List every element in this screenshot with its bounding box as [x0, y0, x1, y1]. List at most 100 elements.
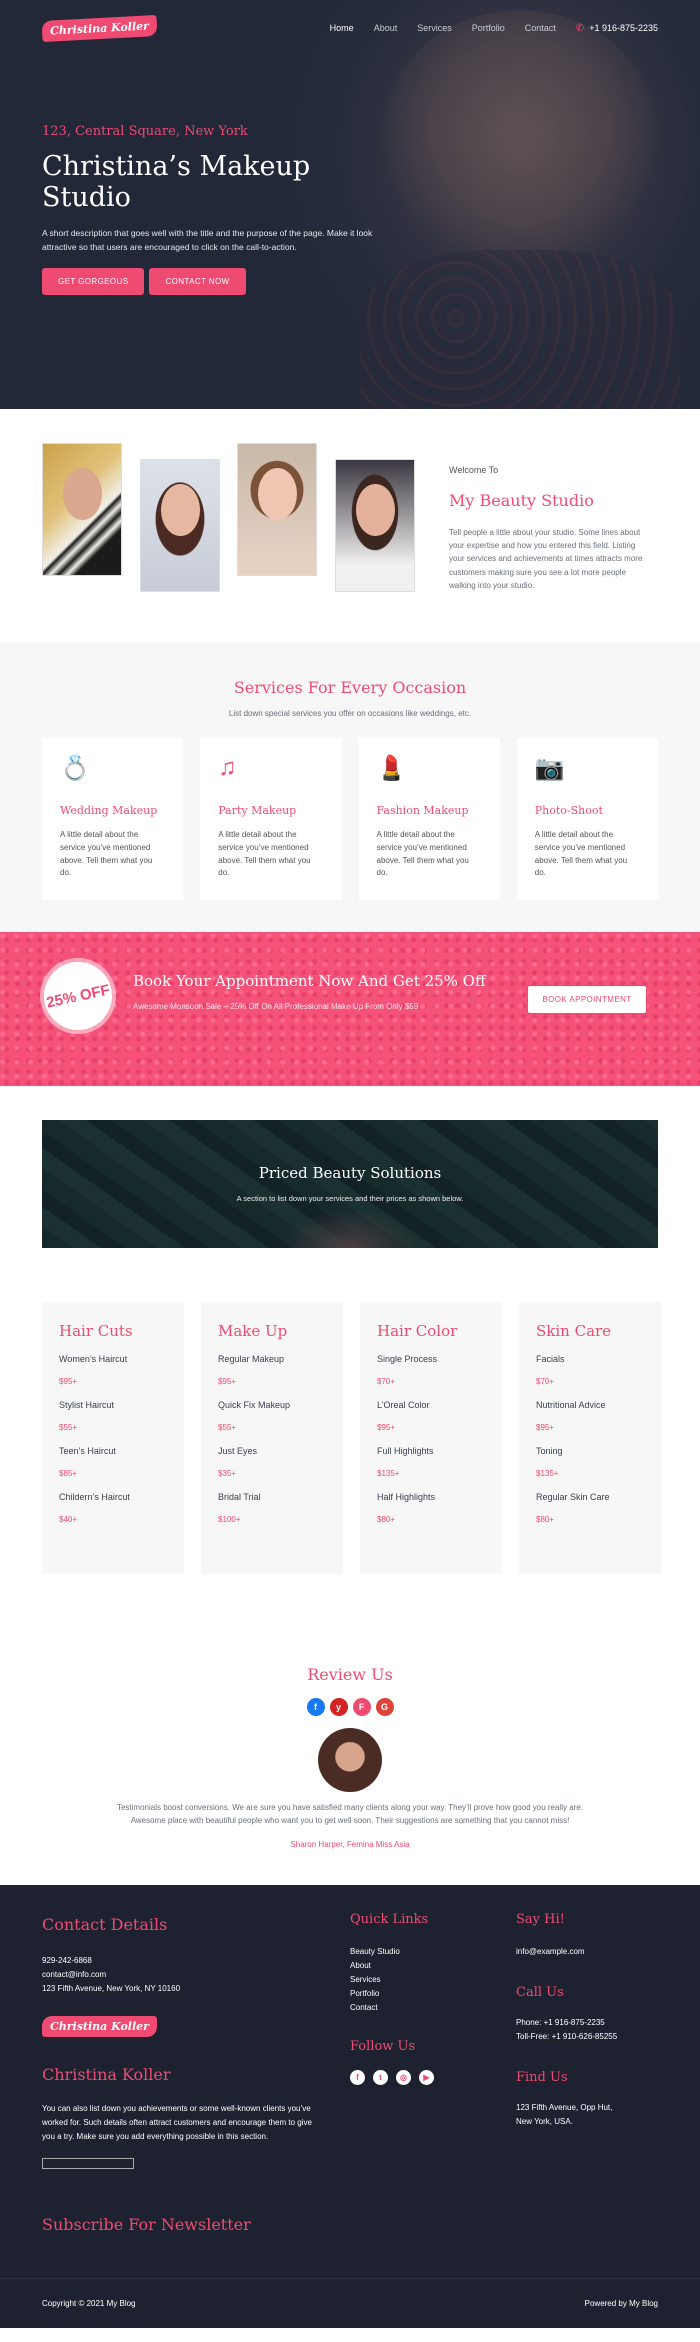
price-item-name: Nutritional Advice: [536, 1400, 606, 1410]
price-item-name: Facials: [536, 1354, 565, 1364]
nav-phone[interactable]: ✆ +1 916-875-2235: [576, 23, 658, 34]
price-item: Just Eyes $35+: [218, 1446, 326, 1478]
services-section: Services For Every Occasion List down sp…: [0, 642, 700, 932]
price-card: Hair Color Single Process $70+ L’Oreal Colo…: [360, 1302, 502, 1574]
promo-subtitle: Awesome Monsoon Sale – 25% Off On All Pr…: [133, 1002, 419, 1011]
facebook-icon[interactable]: f: [306, 1698, 325, 1716]
service-title: Wedding Makeup: [60, 804, 158, 817]
service-card-fashion[interactable]: 💄 Fashion Makeup A little detail about t…: [358, 738, 500, 900]
hero-subtitle: 123, Central Square, New York: [42, 124, 248, 139]
services-title: Services For Every Occasion: [233, 678, 467, 697]
price-item-price: $135+: [377, 1469, 400, 1478]
price-item-name: Childern’s Haircut: [59, 1492, 130, 1502]
quick-link-about[interactable]: About: [350, 1959, 490, 1973]
services-subtitle: List down special services you offer on …: [228, 709, 472, 718]
review-text: Testimonials boost conversions. We are s…: [116, 1803, 583, 1825]
nav-link-contact[interactable]: Contact: [525, 23, 556, 33]
google-icon[interactable]: G: [375, 1698, 394, 1716]
price-item-name: Toning: [536, 1446, 563, 1456]
review-section: Review Us f y F G Testimonials boost con…: [0, 1655, 700, 1885]
service-card-photoshoot[interactable]: 📷 Photo-Shoot A little detail about the …: [516, 738, 658, 900]
price-card-title: Make Up: [218, 1322, 288, 1340]
footer-find-address-1: 123 Fifth Avenue, Opp Hut,: [516, 2103, 613, 2112]
gallery-photo-1: [42, 443, 122, 576]
price-card-title: Skin Care: [536, 1322, 612, 1340]
service-text: A little detail about the service you’ve…: [218, 830, 311, 878]
youtube-icon[interactable]: ▶: [419, 2070, 434, 2085]
price-item: Bridal Trial $100+: [218, 1492, 326, 1524]
nav-link-portfolio[interactable]: Portfolio: [472, 23, 505, 33]
about-paragraph: Tell people a little about your studio. …: [449, 528, 643, 590]
price-item-price: $135+: [536, 1469, 559, 1478]
newsletter-title: Subscribe For Newsletter: [42, 2215, 251, 2234]
price-item-price: $55+: [218, 1423, 237, 1432]
footer-email[interactable]: contact@info.com: [42, 1968, 342, 1982]
nav-link-services[interactable]: Services: [417, 23, 452, 33]
quick-link-portfolio[interactable]: Portfolio: [350, 1987, 490, 2001]
follow-us-title: Follow Us: [350, 2039, 416, 2054]
camera-heart-icon: 📷: [534, 755, 565, 782]
site-logo[interactable]: Christina Koller: [41, 14, 158, 42]
price-item-price: $35+: [218, 1469, 237, 1478]
get-gorgeous-button[interactable]: GET GORGEOUS: [42, 268, 145, 296]
footer-call-phone[interactable]: Phone: +1 916-875-2235: [516, 2016, 666, 2030]
gallery-photo-3: [237, 443, 317, 576]
price-item-name: Just Eyes: [218, 1446, 258, 1456]
price-item: Facials $70+: [536, 1354, 644, 1386]
footer: Contact Details 929-242-6868 contact@inf…: [0, 1885, 700, 2328]
footer-phone[interactable]: 929-242-6868: [42, 1954, 342, 1968]
footer-bio: You can also list down you achievements …: [42, 2104, 312, 2141]
price-item-price: $80+: [536, 1515, 555, 1524]
price-item-price: $40+: [59, 1515, 78, 1524]
footer-contact-email[interactable]: info@example.com: [516, 1945, 666, 1959]
promo-banner: 25% OFF Book Your Appointment Now And Ge…: [0, 932, 700, 1086]
nav-links: Home About Services Portfolio Contact ✆ …: [330, 23, 658, 34]
service-card-party[interactable]: ♫ Party Makeup A little detail about the…: [200, 738, 342, 900]
foursquare-icon[interactable]: F: [352, 1698, 371, 1716]
price-item-name: Teen’s Haircut: [59, 1446, 116, 1456]
price-item-name: Women’s Haircut: [59, 1354, 128, 1364]
instagram-icon[interactable]: ◎: [396, 2070, 411, 2085]
discount-badge: 25% OFF: [44, 962, 112, 1030]
yelp-icon[interactable]: y: [329, 1698, 348, 1716]
gallery-photo-4: [335, 459, 415, 592]
service-card-wedding[interactable]: 💍 Wedding Makeup A little detail about t…: [42, 738, 184, 900]
contact-now-button[interactable]: CONTACT NOW: [149, 268, 246, 296]
reviewer-avatar: [318, 1728, 382, 1792]
service-title: Party Makeup: [218, 804, 297, 817]
service-title: Photo-Shoot: [534, 804, 603, 817]
facebook-icon[interactable]: f: [350, 2070, 365, 2085]
nav-link-about[interactable]: About: [374, 23, 398, 33]
service-text: A little detail about the service you’ve…: [60, 830, 153, 878]
service-title: Fashion Makeup: [376, 804, 469, 817]
promo-title: Book Your Appointment Now And Get 25% Of…: [133, 972, 486, 990]
price-item: Childern’s Haircut $40+: [59, 1492, 167, 1524]
price-item: Women’s Haircut $95+: [59, 1354, 167, 1386]
footer-call-tollfree[interactable]: Toll-Free: +1 910-626-85255: [516, 2030, 666, 2044]
hero-content: 123, Central Square, New York Christina’…: [42, 124, 402, 296]
price-card-title: Hair Cuts: [59, 1322, 133, 1340]
phone-icon: ✆: [575, 22, 585, 34]
price-item-price: $95+: [218, 1377, 237, 1386]
priced-subtitle: A section to list down your services and…: [236, 1194, 464, 1203]
price-item-price: $85+: [59, 1469, 78, 1478]
review-author: Sharon Harper, Femina Miss Asia: [290, 1839, 410, 1849]
footer-logo[interactable]: Christina Koller: [42, 2016, 157, 2037]
twitter-icon[interactable]: t: [373, 2070, 388, 2085]
about-title: My Beauty Studio: [449, 491, 594, 510]
priced-banner: Priced Beauty Solutions A section to lis…: [42, 1120, 658, 1248]
quick-link-contact[interactable]: Contact: [350, 2001, 490, 2015]
quick-link-beauty-studio[interactable]: Beauty Studio: [350, 1945, 490, 1959]
price-item: L’Oreal Color $95+: [377, 1400, 485, 1432]
cosmetics-icon: 💄: [376, 755, 407, 782]
book-appointment-button[interactable]: BOOK APPOINTMENT: [527, 985, 647, 1014]
price-item-price: $100+: [218, 1515, 241, 1524]
price-item-price: $95+: [377, 1423, 396, 1432]
price-item: Regular Makeup $95+: [218, 1354, 326, 1386]
price-item: Nutritional Advice $95+: [536, 1400, 644, 1432]
footer-find-address-2: New York, USA.: [516, 2117, 573, 2126]
price-item-price: $70+: [536, 1377, 555, 1386]
quick-link-services[interactable]: Services: [350, 1973, 490, 1987]
contact-details-title: Contact Details: [42, 1915, 168, 1934]
nav-link-home[interactable]: Home: [330, 23, 354, 33]
